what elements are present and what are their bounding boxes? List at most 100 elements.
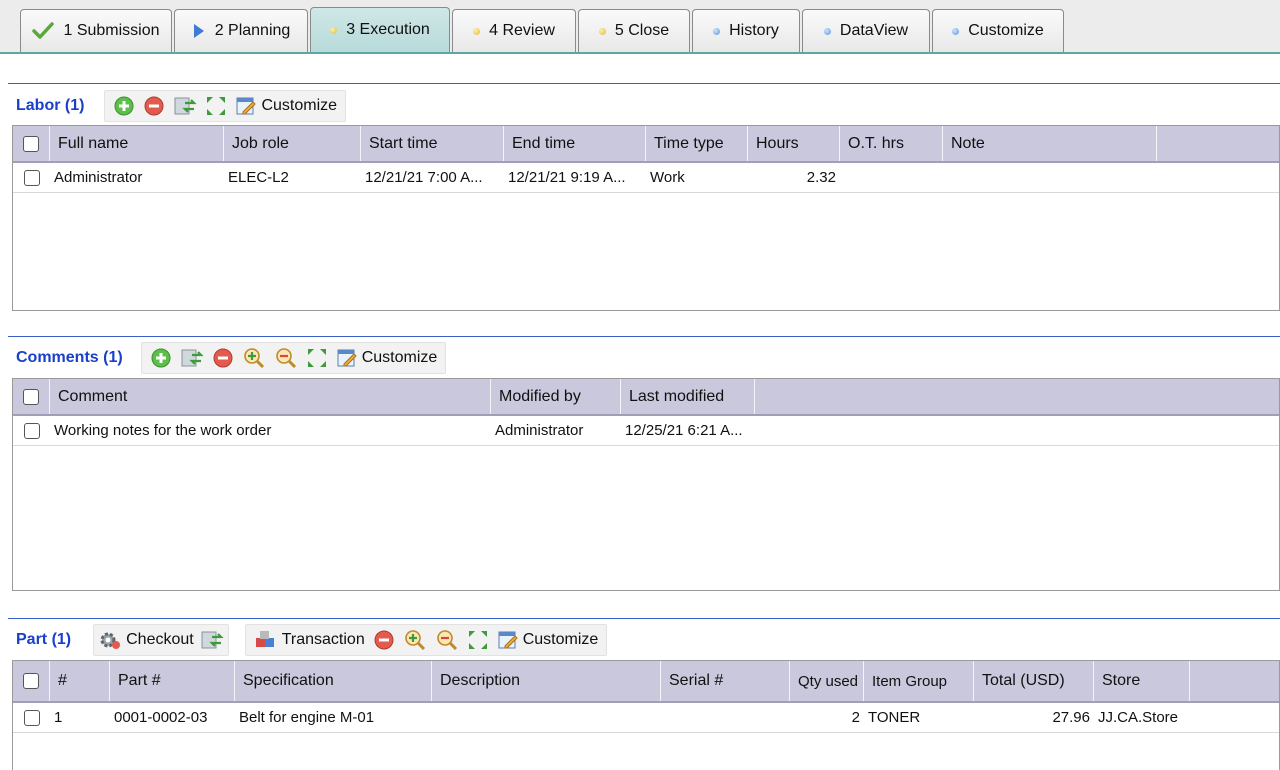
customize-label: Customize: [361, 349, 438, 366]
cell-specification: Belt for engine M-01: [239, 709, 375, 726]
part-toolbar-actions: Transaction Customize: [244, 624, 608, 656]
add-icon[interactable]: [146, 345, 176, 371]
customize-icon: [497, 629, 519, 651]
remove-icon[interactable]: [139, 93, 169, 119]
transaction-label: Transaction: [281, 631, 365, 648]
tab-label: 1 Submission: [63, 22, 160, 39]
cell-serial: [661, 703, 790, 732]
select-all-checkbox[interactable]: [13, 126, 50, 161]
tab-label: 5 Close: [614, 22, 670, 39]
col-note[interactable]: Note: [943, 126, 1157, 161]
col-qty-used[interactable]: Qty used: [790, 661, 864, 701]
cell-note: [943, 163, 1157, 192]
comments-toolbar: Customize: [140, 342, 447, 374]
transaction-button[interactable]: Transaction: [250, 627, 369, 653]
cell-start-time: 12/21/21 7:00 A...: [365, 169, 483, 186]
cubes-icon: [254, 629, 278, 651]
col-total-usd[interactable]: Total (USD): [974, 661, 1094, 701]
cell-end-time: 12/21/21 9:19 A...: [508, 169, 626, 186]
refresh-icon[interactable]: [176, 345, 208, 371]
add-icon[interactable]: [109, 93, 139, 119]
expand-icon[interactable]: [302, 345, 332, 371]
col-modified-by[interactable]: Modified by: [491, 379, 621, 414]
customize-icon: [235, 95, 257, 117]
expand-icon[interactable]: [463, 627, 493, 653]
labor-header: Labor (1) Customize: [12, 89, 347, 123]
blue-dot-icon: [823, 27, 831, 35]
zoom-in-icon[interactable]: [238, 345, 270, 371]
cell-modified-by: Administrator: [495, 422, 584, 439]
tab-execution[interactable]: 3 Execution: [310, 7, 450, 52]
cell-qty-used: 2: [851, 709, 860, 726]
customize-label: Customize: [522, 631, 599, 648]
col-end-time[interactable]: End time: [504, 126, 646, 161]
blue-dot-icon: [713, 27, 721, 35]
section-divider: [8, 83, 1280, 84]
section-divider: [8, 336, 1280, 337]
checkout-button[interactable]: Checkout: [93, 624, 229, 656]
tab-label: 2 Planning: [214, 22, 291, 39]
expand-icon[interactable]: [201, 93, 231, 119]
play-arrow-icon: [192, 23, 206, 39]
col-part-number[interactable]: Part #: [110, 661, 235, 701]
tab-label: DataView: [839, 22, 909, 39]
tab-planning[interactable]: 2 Planning: [174, 9, 308, 52]
select-all-checkbox[interactable]: [13, 379, 50, 414]
gear-icon: [98, 629, 122, 651]
customize-button[interactable]: Customize: [231, 93, 341, 119]
col-full-name[interactable]: Full name: [50, 126, 224, 161]
row-checkbox[interactable]: [13, 163, 50, 192]
col-job-role[interactable]: Job role: [224, 126, 361, 161]
table-row[interactable]: 1 0001-0002-03 Belt for engine M-01 2 TO…: [13, 703, 1279, 733]
zoom-out-icon[interactable]: [270, 345, 302, 371]
tab-label: History: [729, 22, 779, 39]
col-start-time[interactable]: Start time: [361, 126, 504, 161]
remove-icon[interactable]: [208, 345, 238, 371]
customize-label: Customize: [261, 97, 338, 114]
labor-grid-header: Full name Job role Start time End time T…: [13, 126, 1279, 163]
row-checkbox[interactable]: [13, 416, 50, 445]
zoom-out-icon[interactable]: [431, 627, 463, 653]
select-all-checkbox[interactable]: [13, 661, 50, 701]
cell-comment: Working notes for the work order: [54, 422, 272, 439]
tab-label: 3 Execution: [346, 21, 430, 38]
part-header: Part (1) Checkout Transaction Customize: [12, 623, 609, 657]
col-store[interactable]: Store: [1094, 661, 1190, 701]
col-item-group[interactable]: Item Group: [864, 661, 974, 701]
col-comment[interactable]: Comment: [50, 379, 491, 414]
col-ot-hrs[interactable]: O.T. hrs: [840, 126, 943, 161]
blue-dot-icon: [952, 27, 960, 35]
refresh-icon[interactable]: [200, 629, 224, 651]
cell-store: JJ.CA.Store: [1098, 709, 1179, 726]
remove-icon[interactable]: [369, 627, 399, 653]
col-hours[interactable]: Hours: [748, 126, 840, 161]
col-specification[interactable]: Specification: [235, 661, 432, 701]
tab-customize[interactable]: Customize: [932, 9, 1064, 52]
zoom-in-icon[interactable]: [399, 627, 431, 653]
col-description[interactable]: Description: [432, 661, 661, 701]
table-row[interactable]: Administrator ELEC-L2 12/21/21 7:00 A...…: [13, 163, 1279, 193]
labor-grid: Full name Job role Start time End time T…: [12, 125, 1280, 311]
tab-review[interactable]: 4 Review: [452, 9, 576, 52]
col-last-modified[interactable]: Last modified: [621, 379, 755, 414]
customize-button[interactable]: Customize: [493, 627, 603, 653]
table-row[interactable]: Working notes for the work order Adminis…: [13, 416, 1279, 446]
part-grid: # Part # Specification Description Seria…: [12, 660, 1280, 770]
tab-dataview[interactable]: DataView: [802, 9, 930, 52]
comments-title: Comments (1): [16, 349, 123, 366]
tab-label: 4 Review: [489, 22, 555, 39]
cell-time-type: Work: [650, 169, 685, 186]
tab-close[interactable]: 5 Close: [578, 9, 690, 52]
tab-history[interactable]: History: [692, 9, 800, 52]
col-number[interactable]: #: [50, 661, 110, 701]
part-toolbar: Checkout Transaction Customize: [91, 624, 609, 656]
col-time-type[interactable]: Time type: [646, 126, 748, 161]
tab-submission[interactable]: 1 Submission: [20, 9, 172, 52]
refresh-icon[interactable]: [169, 93, 201, 119]
cell-full-name: Administrator: [54, 169, 143, 186]
col-serial[interactable]: Serial #: [661, 661, 790, 701]
row-checkbox[interactable]: [13, 703, 50, 732]
cell-number: 1: [54, 709, 63, 726]
customize-button[interactable]: Customize: [332, 345, 442, 371]
yellow-dot-icon: [473, 27, 481, 35]
